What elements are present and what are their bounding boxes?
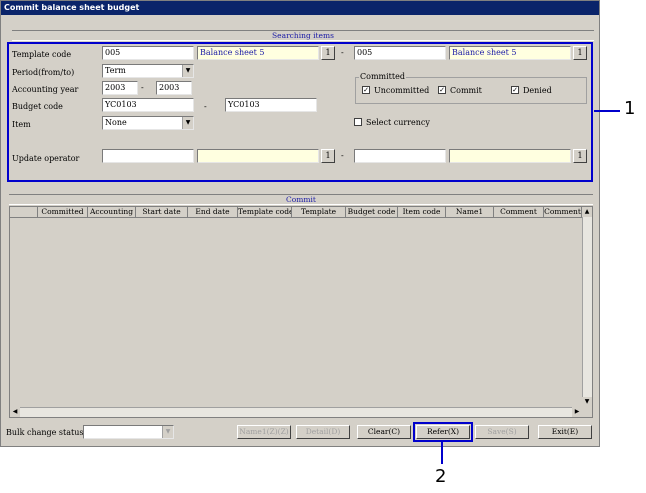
name1-button[interactable]: Name1(Z)(Z) — [237, 425, 291, 439]
accounting-year-from-input[interactable]: 2003 — [102, 81, 138, 95]
scroll-down-icon[interactable]: ▼ — [582, 397, 592, 407]
search-section-header: Searching items — [12, 30, 594, 41]
column-header-name1[interactable]: Name1 — [446, 207, 494, 218]
commit-checkbox[interactable]: ✓ — [438, 86, 446, 94]
refer-button[interactable]: Refer(X) — [416, 425, 470, 439]
update-operator-label: Update operator — [12, 154, 80, 163]
operator-to-lookup-button[interactable]: 1 — [573, 149, 587, 163]
accounting-year-label: Accounting year — [12, 85, 79, 94]
chevron-down-icon[interactable]: ▼ — [182, 65, 193, 77]
operator-range-separator: - — [341, 151, 344, 160]
template-code-to-input[interactable]: 005 — [354, 46, 446, 60]
commit-label: Commit — [450, 86, 482, 95]
scroll-left-icon[interactable]: ◀ — [10, 407, 20, 417]
commit-section-header: Commit — [9, 194, 593, 205]
bulk-change-status-label: Bulk change status — [6, 428, 84, 437]
column-header-template[interactable]: Template — [292, 207, 346, 218]
period-label: Period(from/to) — [12, 68, 75, 77]
operator-name-to-field — [449, 149, 571, 163]
row-selector-header — [10, 207, 38, 218]
year-range-separator: - — [141, 83, 144, 92]
column-header-template-code[interactable]: Template code — [238, 207, 292, 218]
denied-checkbox[interactable]: ✓ — [511, 86, 519, 94]
detail-button[interactable]: Detail(D) — [296, 425, 350, 439]
operator-to-input[interactable] — [354, 149, 446, 163]
budget-code-to-input[interactable]: YC0103 — [225, 98, 317, 112]
scroll-right-icon[interactable]: ▶ — [572, 407, 582, 417]
bulk-change-status-select[interactable]: ▼ — [83, 425, 174, 439]
select-currency-label: Select currency — [366, 118, 430, 127]
template-name-to-field: Balance sheet 5 — [449, 46, 571, 60]
window-title: Commit balance sheet budget — [1, 1, 599, 15]
committed-group-label: Committed — [359, 72, 406, 81]
clear-button[interactable]: Clear(C) — [357, 425, 411, 439]
column-header-committed[interactable]: Committed — [38, 207, 88, 218]
chevron-down-icon[interactable]: ▼ — [182, 117, 193, 129]
commit-grid[interactable]: Committed Accounting Start date End date… — [9, 206, 593, 418]
callout-2-number: 2 — [435, 466, 447, 487]
template-range-separator: - — [341, 48, 344, 57]
operator-name-from-field — [197, 149, 319, 163]
column-header-comment-2[interactable]: Comment — [544, 207, 582, 218]
save-button[interactable]: Save(S) — [475, 425, 529, 439]
column-header-end-date[interactable]: End date — [188, 207, 238, 218]
operator-from-lookup-button[interactable]: 1 — [321, 149, 335, 163]
select-currency-checkbox[interactable] — [354, 118, 362, 126]
budget-range-separator: - — [204, 102, 207, 111]
template-name-from-field: Balance sheet 5 — [197, 46, 319, 60]
horizontal-scrollbar[interactable] — [10, 407, 582, 417]
column-header-comment[interactable]: Comment — [494, 207, 544, 218]
uncommitted-label: Uncommitted — [374, 86, 430, 95]
budget-code-from-input[interactable]: YC0103 — [102, 98, 194, 112]
column-header-accounting[interactable]: Accounting — [88, 207, 136, 218]
callout-2-line — [441, 442, 443, 464]
period-selected-value: Term — [105, 66, 126, 75]
scroll-up-icon[interactable]: ▲ — [582, 207, 592, 217]
item-label: Item — [12, 120, 31, 129]
column-header-item-code[interactable]: Item code — [398, 207, 446, 218]
item-select[interactable]: None ▼ — [102, 116, 194, 130]
template-from-lookup-button[interactable]: 1 — [321, 46, 335, 60]
exit-button[interactable]: Exit(E) — [538, 425, 592, 439]
template-code-label: Template code — [12, 50, 72, 59]
column-header-budget-code[interactable]: Budget code — [346, 207, 398, 218]
accounting-year-to-input[interactable]: 2003 — [156, 81, 192, 95]
period-select[interactable]: Term ▼ — [102, 64, 194, 78]
denied-label: Denied — [523, 86, 552, 95]
uncommitted-checkbox[interactable]: ✓ — [362, 86, 370, 94]
callout-1-number: 1 — [624, 98, 636, 119]
vertical-scrollbar[interactable] — [582, 207, 592, 407]
template-code-from-input[interactable]: 005 — [102, 46, 194, 60]
budget-code-label: Budget code — [12, 102, 63, 111]
column-header-start-date[interactable]: Start date — [136, 207, 188, 218]
callout-1-line — [594, 110, 620, 112]
template-to-lookup-button[interactable]: 1 — [573, 46, 587, 60]
operator-from-input[interactable] — [102, 149, 194, 163]
item-selected-value: None — [105, 118, 127, 127]
chevron-down-icon[interactable]: ▼ — [162, 426, 173, 438]
